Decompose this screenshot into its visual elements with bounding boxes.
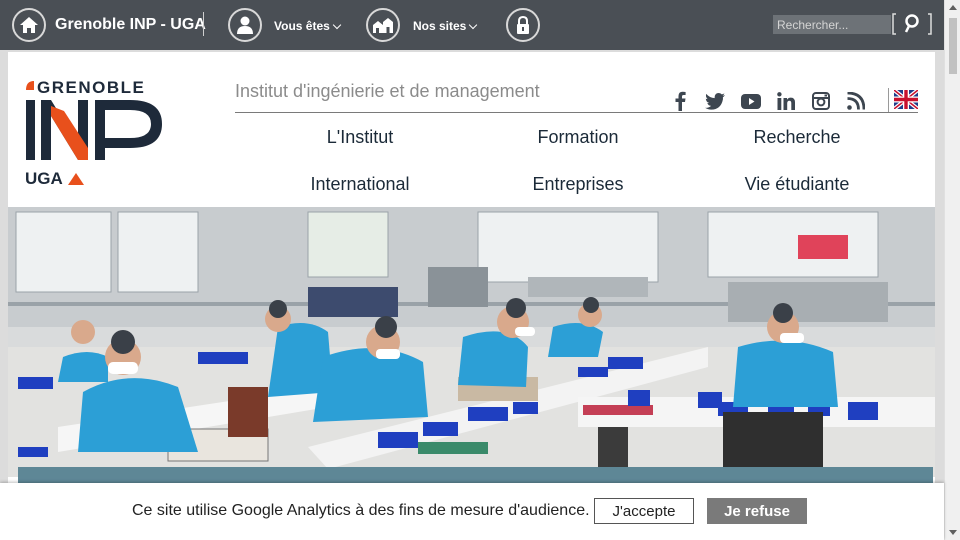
login-button[interactable] (506, 8, 540, 42)
tagline: Institut d'ingénierie et de management (235, 81, 540, 101)
scroll-thumb[interactable] (949, 18, 957, 74)
search-button[interactable] (892, 12, 932, 36)
nav-linstitut[interactable]: L'Institut (260, 127, 460, 148)
logo-text-bottom: UGA (25, 169, 63, 188)
grenoble-inp-logo[interactable]: GRENOBLE UGA (24, 78, 164, 190)
header-rule (235, 112, 918, 113)
site-name[interactable]: Grenoble INP - UGA (55, 16, 206, 34)
search-input[interactable] (773, 15, 891, 34)
user-icon (237, 16, 253, 34)
divider (203, 12, 204, 36)
rss-icon[interactable] (845, 90, 867, 112)
hero-image (8, 207, 935, 477)
nav-entreprises[interactable]: Entreprises (478, 174, 678, 195)
page-content: GRENOBLE UGA Institut d'ingénierie et de… (8, 52, 935, 540)
cookie-banner: Ce site utilise Google Analytics à des f… (0, 483, 944, 540)
nav-recherche[interactable]: Recherche (697, 127, 897, 148)
cookie-message: Ce site utilise Google Analytics à des f… (132, 502, 590, 519)
instagram-icon[interactable] (810, 90, 832, 112)
sites-icon-button[interactable] (366, 8, 400, 42)
youtube-icon[interactable] (740, 90, 762, 112)
scroll-down-icon[interactable] (949, 530, 957, 535)
lock-icon (517, 15, 529, 34)
search-icon (892, 13, 932, 35)
home-icon (20, 17, 38, 33)
nav-international[interactable]: International (260, 174, 460, 195)
chevron-down-icon (469, 20, 478, 30)
chevron-down-icon (332, 20, 342, 30)
divider (888, 88, 889, 112)
home-button[interactable] (12, 8, 46, 42)
page-scrollbar[interactable] (944, 0, 960, 540)
nos-sites-menu[interactable]: Nos sites (413, 19, 478, 33)
nav-formation[interactable]: Formation (478, 127, 678, 148)
twitter-icon[interactable] (704, 90, 726, 112)
refuse-cookies-button[interactable]: Je refuse (707, 498, 807, 524)
buildings-icon (373, 18, 393, 33)
vous-etes-menu[interactable]: Vous êtes (274, 19, 342, 33)
top-bar: Grenoble INP - UGA Vous êtes Nos sites (0, 0, 944, 50)
scroll-up-icon[interactable] (949, 5, 957, 10)
linkedin-icon[interactable] (775, 90, 797, 112)
nav-vie-etudiante[interactable]: Vie étudiante (697, 174, 897, 195)
logo-text-top: GRENOBLE (37, 78, 145, 97)
nos-sites-label: Nos sites (413, 19, 467, 33)
accept-cookies-button[interactable]: J'accepte (594, 498, 694, 524)
facebook-icon[interactable] (669, 90, 691, 112)
user-icon-button[interactable] (228, 8, 262, 42)
vous-etes-label: Vous êtes (274, 19, 330, 33)
uk-flag-icon[interactable] (894, 90, 918, 109)
